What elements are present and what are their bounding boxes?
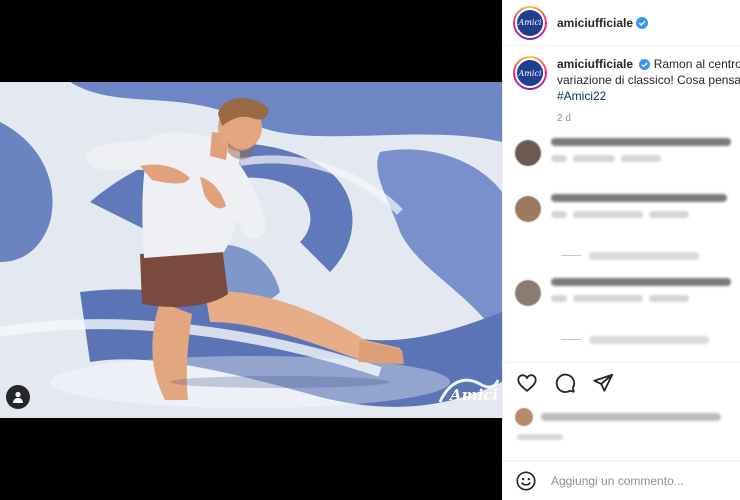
- paper-plane-icon: [593, 373, 614, 392]
- share-button[interactable]: [591, 371, 615, 395]
- caption-avatar[interactable]: Amici: [513, 56, 547, 90]
- user-tag-icon: [13, 391, 23, 403]
- profile-avatar: Amici: [517, 9, 543, 36]
- blurred-date: [517, 434, 563, 440]
- post-caption: amiciufficiale Ramon al centro d variazi…: [557, 56, 740, 127]
- list-item: [515, 194, 740, 250]
- verified-badge-icon: [636, 16, 649, 29]
- like-button[interactable]: [515, 371, 539, 395]
- likes-summary: [515, 408, 737, 426]
- view-replies-link[interactable]: [589, 252, 699, 260]
- comment-list: [515, 138, 740, 334]
- speech-bubble-icon: [555, 373, 576, 393]
- post-photo[interactable]: [0, 82, 502, 418]
- list-item: [515, 138, 740, 194]
- heart-icon: [517, 373, 537, 392]
- comment-input[interactable]: [551, 473, 731, 488]
- post-media-area: Amici: [0, 0, 502, 500]
- add-comment-bar: [503, 460, 740, 500]
- list-item: [515, 278, 740, 334]
- blurred-comment: [551, 138, 731, 146]
- smiley-icon[interactable]: [515, 470, 537, 492]
- amici-watermark: Amici: [436, 372, 500, 410]
- post-header: Amici amiciufficiale: [503, 0, 740, 46]
- dancer-photo-illustration: [0, 82, 502, 418]
- story-ring[interactable]: Amici: [513, 5, 547, 40]
- watermark-text: Amici: [448, 386, 498, 404]
- caption-avatar-logo: Amici: [517, 60, 543, 86]
- commenter-avatar[interactable]: [515, 196, 541, 222]
- caption-text-line1: Ramon al centro d: [653, 57, 740, 71]
- caption-verified-icon: [639, 59, 651, 70]
- caption-block: Amici amiciufficiale Ramon al centro d v…: [513, 56, 740, 127]
- action-bar: [503, 362, 740, 402]
- hashtag-link[interactable]: #Amici22: [557, 88, 740, 104]
- blurred-comment: [551, 194, 727, 202]
- caption-text-line2: variazione di classico! Cosa pensate: [557, 73, 740, 87]
- tagged-users-button[interactable]: [6, 385, 30, 409]
- username-link[interactable]: amiciufficiale: [557, 16, 633, 30]
- post-side-panel: Amici amiciufficiale Amici amiciufficial…: [502, 0, 740, 500]
- blurred-likes-text[interactable]: [541, 413, 721, 421]
- comment-button[interactable]: [553, 371, 577, 395]
- post-time: 2 d: [557, 113, 571, 124]
- liker-avatar[interactable]: [515, 408, 533, 426]
- blurred-comment: [551, 278, 731, 286]
- caption-username[interactable]: amiciufficiale: [557, 57, 633, 71]
- commenter-avatar[interactable]: [515, 280, 541, 306]
- view-replies-link[interactable]: [589, 336, 709, 344]
- commenter-avatar[interactable]: [515, 140, 541, 166]
